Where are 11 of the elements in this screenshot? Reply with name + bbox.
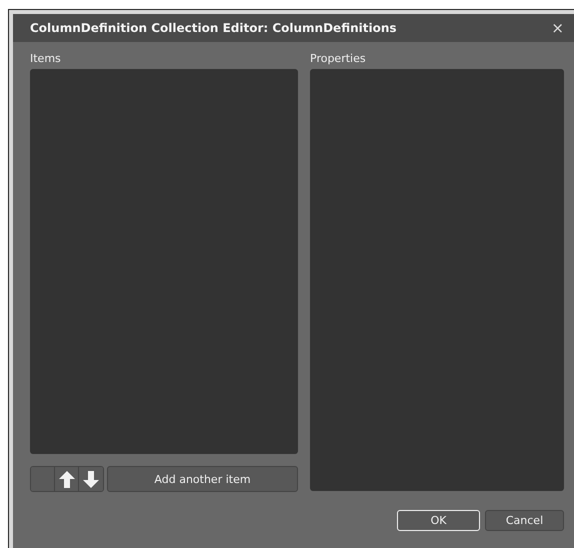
- down-arrow-icon: [83, 470, 99, 488]
- cancel-button[interactable]: Cancel: [485, 510, 564, 531]
- add-item-button[interactable]: Add another item: [107, 466, 298, 492]
- close-icon[interactable]: ×: [551, 19, 564, 37]
- window-title: ColumnDefinition Collection Editor: ColumnDefinitions: [30, 21, 398, 35]
- move-down-button[interactable]: [79, 467, 103, 491]
- up-arrow-icon: [58, 470, 74, 488]
- items-label: Items: [30, 52, 61, 65]
- ok-button[interactable]: OK: [397, 510, 480, 531]
- properties-label: Properties: [310, 52, 366, 65]
- move-up-button[interactable]: [55, 467, 79, 491]
